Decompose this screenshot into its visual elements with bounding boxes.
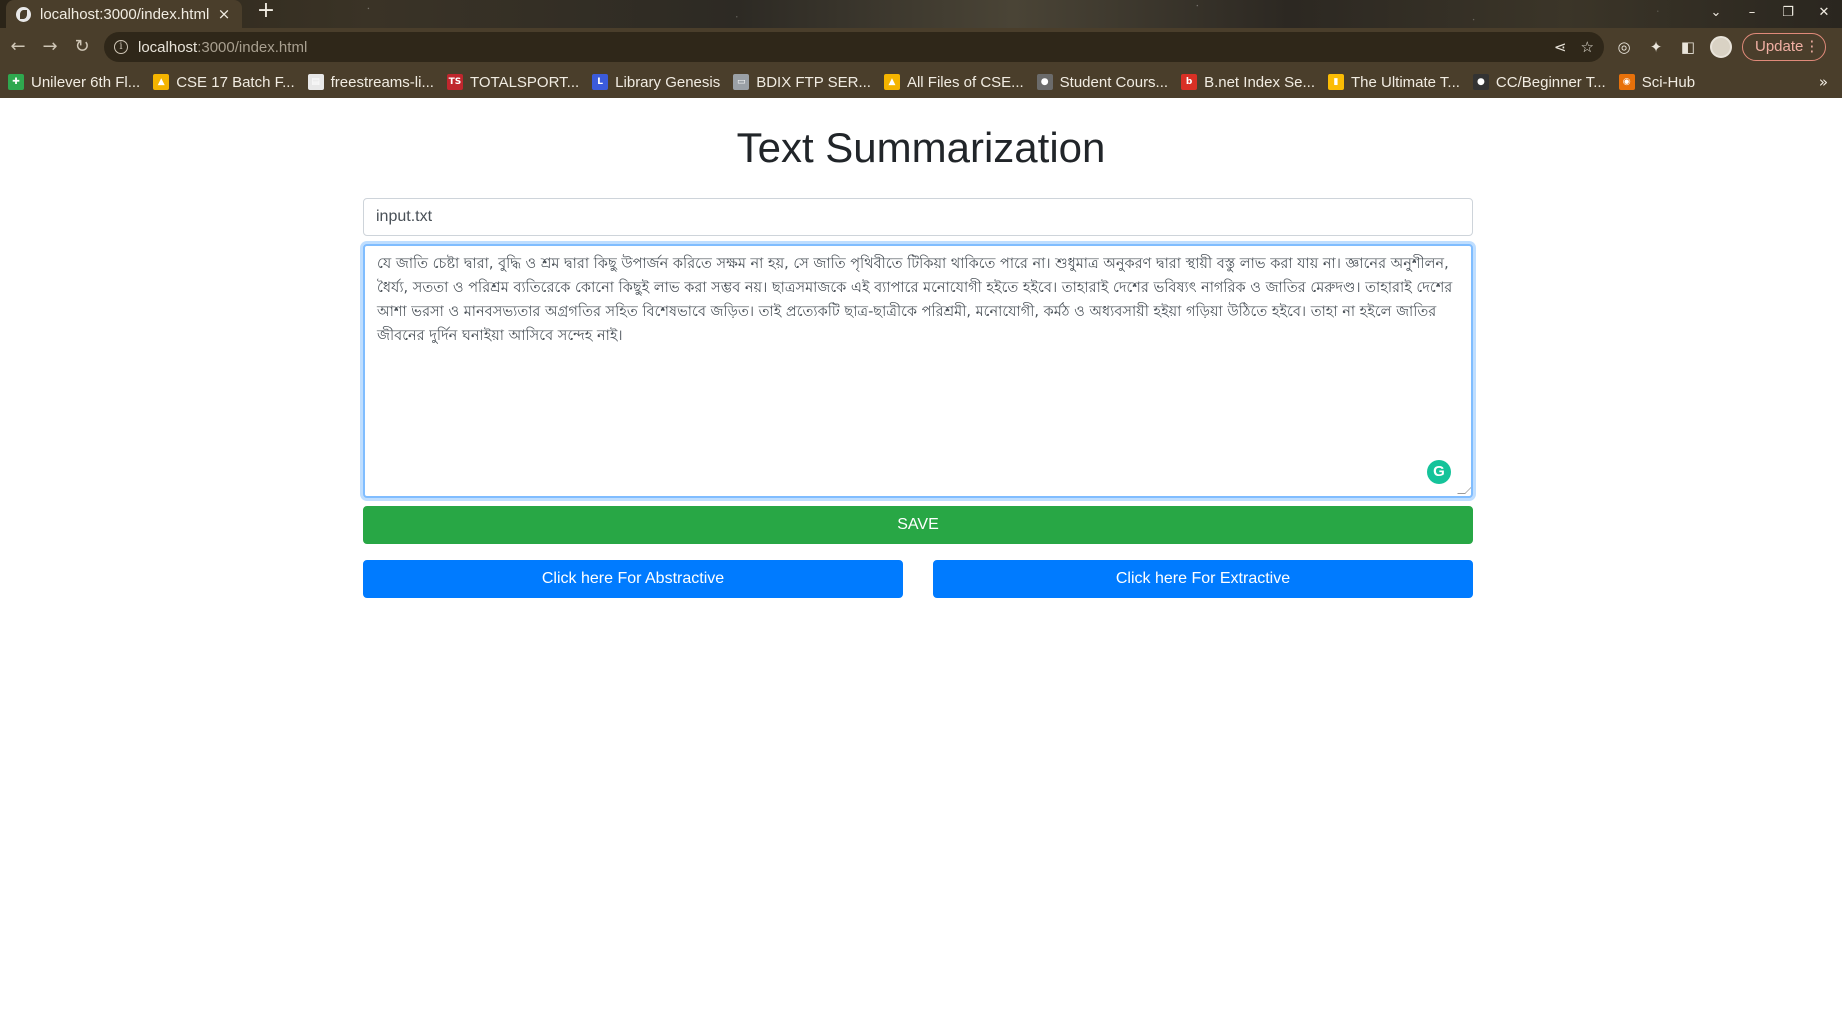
bookmark-item[interactable]: L Library Genesis xyxy=(592,74,720,91)
bookmark-item[interactable]: ● Student Cours... xyxy=(1036,73,1169,91)
tab-search-icon[interactable]: ⌄ xyxy=(1698,5,1734,20)
library-icon: L xyxy=(592,74,609,90)
bookmark-label: B.net Index Se... xyxy=(1204,73,1315,91)
bookmark-item[interactable]: ▲ CSE 17 Batch F... xyxy=(153,73,295,91)
url-path: :3000/index.html xyxy=(197,38,308,56)
reload-icon[interactable]: ↻ xyxy=(68,33,96,61)
bookmark-star-icon[interactable]: ☆ xyxy=(1581,38,1594,56)
url-text[interactable]: localhost:3000/index.html xyxy=(138,39,307,56)
green-cross-icon: ✚ xyxy=(8,74,24,90)
bookmark-label: CC/Beginner T... xyxy=(1495,73,1606,91)
restore-icon[interactable]: ❐ xyxy=(1770,5,1806,20)
bookmark-item[interactable]: ▤ freestreams-li... xyxy=(307,73,434,91)
omnibox-actions: ⋖ ☆ xyxy=(1554,32,1594,62)
forward-icon[interactable]: → xyxy=(36,33,64,61)
bookmark-item[interactable]: ▭ BDIX FTP SER... xyxy=(733,74,871,91)
extensions-puzzle-icon[interactable]: ✦ xyxy=(1646,37,1666,57)
filename-input[interactable] xyxy=(363,198,1473,236)
text-input-area[interactable]: যে জাতি চেষ্টা দ্বারা, বুদ্ধি ও শ্রম দ্ব… xyxy=(363,244,1473,498)
window-titlebar: localhost:3000/index.html × + ⌄ – ❐ ✕ xyxy=(0,0,1842,28)
extension-camera-icon[interactable]: ◎ xyxy=(1614,37,1634,57)
site-info-icon[interactable]: i xyxy=(114,40,128,54)
share-icon[interactable]: ⋖ xyxy=(1554,38,1567,56)
bookmark-label: Student Cours... xyxy=(1059,73,1169,91)
update-button[interactable]: Update xyxy=(1742,33,1827,61)
bookmark-label: TOTALSPORT... xyxy=(469,73,580,91)
window-controls: ⌄ – ❐ ✕ xyxy=(1698,0,1842,24)
bookmark-label: The Ultimate T... xyxy=(1350,73,1460,91)
address-bar[interactable]: i localhost:3000/index.html ⋖ ☆ xyxy=(104,32,1604,62)
bookmark-label: Unilever 6th Fl... xyxy=(31,73,141,91)
bookmark-label: freestreams-li... xyxy=(330,73,434,91)
close-window-icon[interactable]: ✕ xyxy=(1806,5,1842,20)
bookmark-item[interactable]: ◉ Sci-Hub xyxy=(1618,73,1696,91)
bookmarks-bar: ✚ Unilever 6th Fl... ▲ CSE 17 Batch F... ▤ fr… xyxy=(0,66,1842,98)
bnet-icon: b xyxy=(1181,74,1198,90)
bookmark-label: CSE 17 Batch F... xyxy=(176,73,295,91)
google-drive-icon: ▲ xyxy=(883,74,900,90)
bookmark-item[interactable]: ✚ Unilever 6th Fl... xyxy=(8,74,140,91)
more-bookmarks-icon[interactable]: » xyxy=(1819,66,1828,98)
globe-icon: ● xyxy=(1036,74,1053,90)
bar-chart-icon: ▮ xyxy=(1327,74,1344,90)
close-tab-icon[interactable]: × xyxy=(216,5,232,23)
browser-tab[interactable]: localhost:3000/index.html × xyxy=(6,0,242,28)
resize-handle-icon[interactable] xyxy=(1457,486,1471,494)
totalsport-icon: TS xyxy=(446,74,463,90)
summarize-buttons: Click here For Abstractive Click here Fo… xyxy=(363,560,1473,598)
bookmark-item[interactable]: b B.net Index Se... xyxy=(1181,74,1315,91)
page-title: Text Summarization xyxy=(736,124,1106,171)
bookmark-item[interactable]: TS TOTALSPORT... xyxy=(446,73,580,91)
server-icon: ▭ xyxy=(733,74,750,90)
abstractive-button[interactable]: Click here For Abstractive xyxy=(363,560,903,598)
extractive-button[interactable]: Click here For Extractive xyxy=(933,560,1473,598)
extension-icons: ◎ ✦ ◧ xyxy=(1614,28,1732,66)
save-button[interactable]: SAVE xyxy=(363,506,1473,544)
bookmark-item[interactable]: ▮ The Ultimate T... xyxy=(1327,73,1460,91)
profile-avatar[interactable] xyxy=(1710,36,1732,58)
minimize-icon[interactable]: – xyxy=(1734,5,1770,20)
new-tab-button[interactable]: + xyxy=(254,0,278,24)
bookmark-label: All Files of CSE... xyxy=(906,73,1024,91)
bookmark-item[interactable]: ● CC/Beginner T... xyxy=(1472,73,1606,91)
tab-title: localhost:3000/index.html xyxy=(40,5,210,23)
main-container: যে জাতি চেষ্টা দ্বারা, বুদ্ধি ও শ্রম দ্ব… xyxy=(363,198,1473,598)
document-icon: ▤ xyxy=(307,74,324,90)
back-icon[interactable]: ← xyxy=(4,33,32,61)
bookmark-label: Library Genesis xyxy=(615,73,721,91)
grammarly-icon[interactable]: G xyxy=(1427,460,1451,484)
page-body: Text Summarization যে জাতি চেষ্টা দ্বারা… xyxy=(0,98,1842,1030)
github-icon: ● xyxy=(1472,74,1489,90)
url-host: localhost xyxy=(138,38,198,56)
bookmark-label: BDIX FTP SER... xyxy=(756,73,871,91)
google-drive-icon: ▲ xyxy=(153,74,170,90)
globe-icon xyxy=(16,6,31,22)
text-input-content: যে জাতি চেষ্টা দ্বারা, বুদ্ধি ও শ্রম দ্ব… xyxy=(377,256,1453,344)
side-panel-icon[interactable]: ◧ xyxy=(1678,37,1698,57)
bookmark-item[interactable]: ▲ All Files of CSE... xyxy=(883,73,1024,91)
browser-toolbar: ← → ↻ i localhost:3000/index.html ⋖ ☆ ◎ … xyxy=(0,28,1842,66)
bookmark-label: Sci-Hub xyxy=(1641,73,1696,91)
scihub-icon: ◉ xyxy=(1618,74,1635,90)
